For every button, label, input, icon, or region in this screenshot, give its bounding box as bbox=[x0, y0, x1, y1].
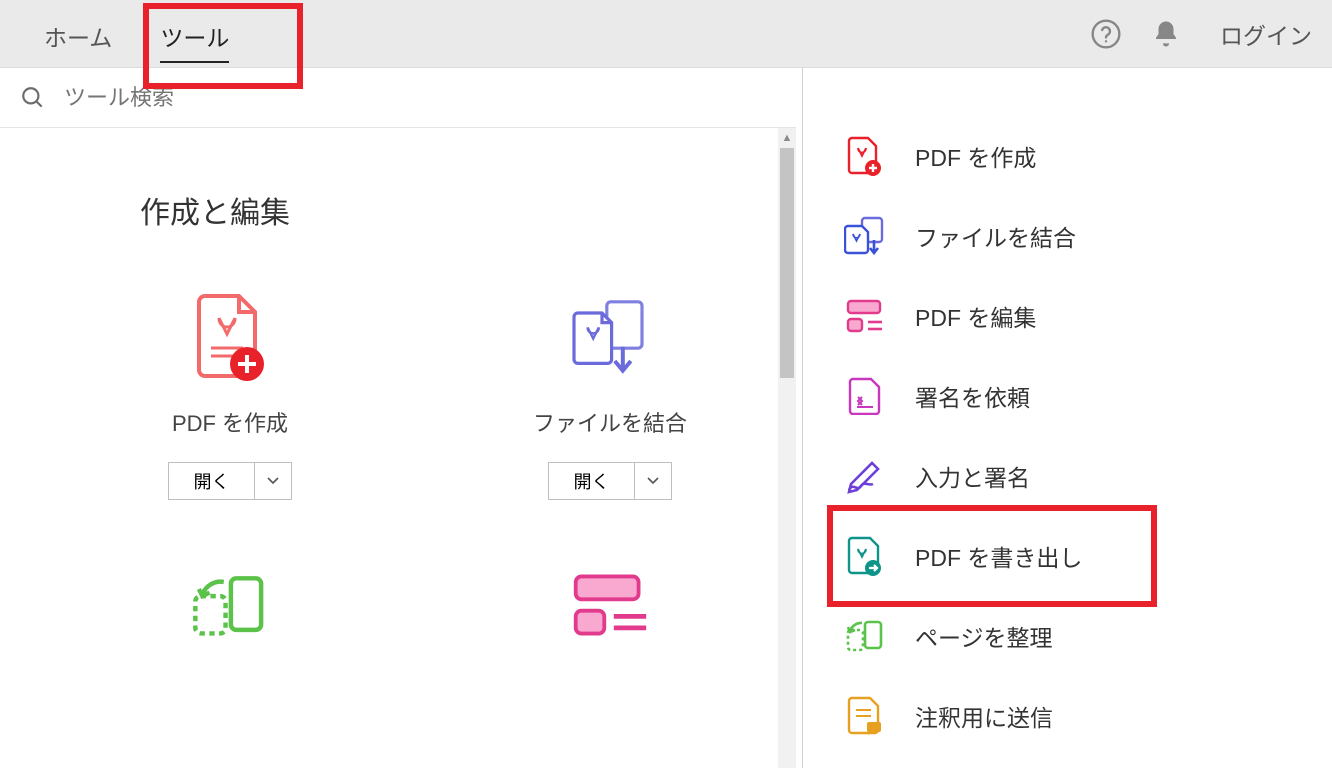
tool-create-dropdown[interactable] bbox=[255, 463, 291, 499]
sidebar-item-combine[interactable]: ファイルを結合 bbox=[833, 196, 1302, 276]
chevron-down-icon bbox=[267, 477, 279, 485]
sidebar-item-label: PDF を作成 bbox=[915, 139, 1036, 173]
tab-tools[interactable]: ツール bbox=[136, 1, 253, 67]
tab-home[interactable]: ホーム bbox=[20, 1, 136, 67]
tool-combine-label: ファイルを結合 bbox=[533, 406, 687, 438]
tool-combine-open[interactable]: 開く bbox=[549, 463, 635, 499]
edit-pdf-icon bbox=[843, 294, 887, 338]
section-title: 作成と編集 bbox=[140, 188, 756, 232]
scrollbar[interactable]: ▲ bbox=[778, 128, 796, 768]
tool-create-open[interactable]: 開く bbox=[169, 463, 255, 499]
edit-icon bbox=[570, 560, 650, 650]
scrollbar-up[interactable]: ▲ bbox=[778, 128, 796, 148]
sidebar-item-label: ファイルを結合 bbox=[915, 219, 1076, 253]
sidebar-item-organize[interactable]: ページを整理 bbox=[833, 596, 1302, 676]
tool-combine-files[interactable]: ファイルを結合 開く bbox=[480, 292, 740, 500]
tool-organize-partial[interactable] bbox=[100, 560, 360, 674]
sidebar-item-export[interactable]: PDF を書き出し bbox=[833, 516, 1302, 596]
sidebar-item-label: 注釈用に送信 bbox=[915, 699, 1053, 733]
chevron-down-icon bbox=[647, 477, 659, 485]
scrollbar-thumb[interactable] bbox=[780, 148, 794, 378]
search-input[interactable] bbox=[64, 85, 776, 111]
combine-files-icon bbox=[843, 214, 887, 258]
sidebar-item-label: 署名を依頼 bbox=[915, 379, 1030, 413]
organize-icon bbox=[190, 560, 270, 650]
tool-edit-partial[interactable] bbox=[480, 560, 740, 674]
export-pdf-icon bbox=[843, 534, 887, 578]
sidebar-item-label: PDF を書き出し bbox=[915, 539, 1082, 573]
top-bar: ホーム ツール ログイン bbox=[0, 0, 1332, 68]
sidebar-item-edit[interactable]: PDF を編集 bbox=[833, 276, 1302, 356]
login-button[interactable]: ログイン bbox=[1220, 17, 1312, 51]
fill-sign-icon bbox=[843, 454, 887, 498]
organize-pages-icon bbox=[843, 614, 887, 658]
left-pane: 作成と編集 bbox=[0, 68, 802, 768]
right-pane: PDF を作成 ファイルを結合 PDF を編集 署名を依頼 入力と署名 bbox=[802, 68, 1332, 768]
sidebar-item-fill-sign[interactable]: 入力と署名 bbox=[833, 436, 1302, 516]
bell-icon[interactable] bbox=[1148, 16, 1184, 52]
help-icon[interactable] bbox=[1088, 16, 1124, 52]
sidebar-item-request-sign[interactable]: 署名を依頼 bbox=[833, 356, 1302, 436]
tool-create-label: PDF を作成 bbox=[172, 406, 288, 438]
search-icon bbox=[20, 85, 46, 111]
send-for-comments-icon bbox=[843, 694, 887, 738]
sidebar-item-label: PDF を編集 bbox=[915, 299, 1036, 333]
sidebar-item-create[interactable]: PDF を作成 bbox=[833, 116, 1302, 196]
combine-files-icon bbox=[570, 292, 650, 382]
request-signature-icon bbox=[843, 374, 887, 418]
sidebar-item-label: 入力と署名 bbox=[915, 459, 1030, 493]
sidebar-item-label: ページを整理 bbox=[915, 619, 1053, 653]
tool-create-pdf[interactable]: PDF を作成 開く bbox=[100, 292, 360, 500]
sidebar-item-send-comments[interactable]: 注釈用に送信 bbox=[833, 676, 1302, 756]
create-pdf-icon bbox=[190, 292, 270, 382]
create-pdf-icon bbox=[843, 134, 887, 178]
search-bar bbox=[0, 68, 796, 128]
tool-combine-dropdown[interactable] bbox=[635, 463, 671, 499]
